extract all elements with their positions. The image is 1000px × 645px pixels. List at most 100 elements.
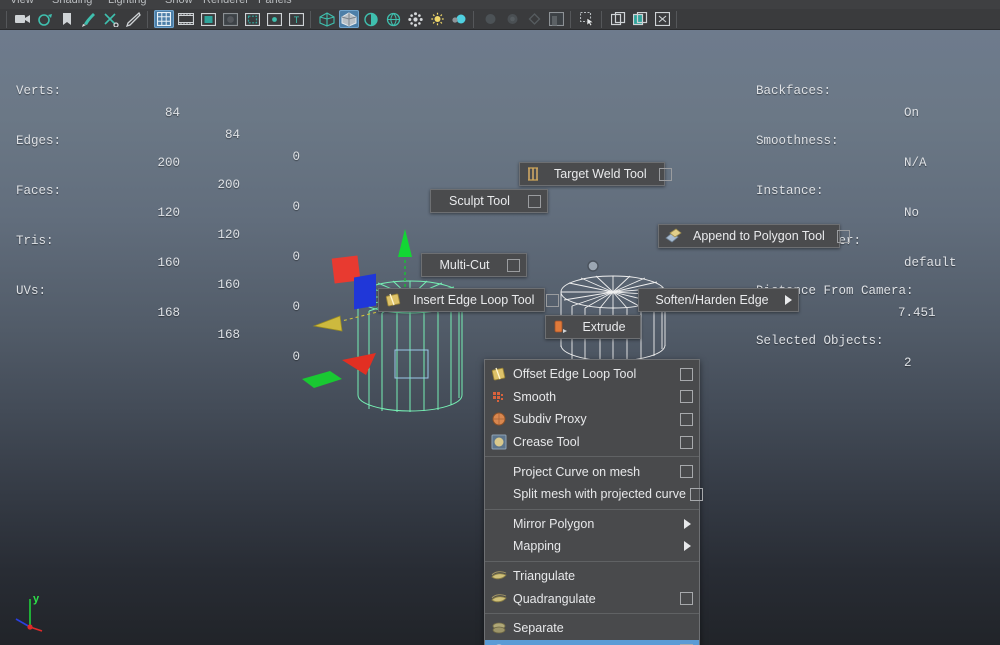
menu-item-triangulate[interactable]: Triangulate — [485, 565, 699, 588]
panel-copy-icon[interactable] — [608, 10, 628, 28]
menu-item-separate[interactable]: Separate — [485, 617, 699, 640]
option-box[interactable] — [680, 465, 693, 479]
menu-item-subdiv-proxy[interactable]: Subdiv Proxy — [485, 408, 699, 431]
edgeloop-icon — [385, 292, 402, 309]
safe-action-icon[interactable] — [264, 10, 284, 28]
menu-item-label: Triangulate — [513, 569, 576, 584]
menu-item-label: Crease Tool — [513, 435, 580, 450]
append-icon — [665, 228, 682, 245]
menu-item-label: Separate — [513, 621, 564, 636]
option-box[interactable] — [658, 167, 672, 181]
menu-renderer[interactable]: Renderer — [203, 0, 249, 6]
menu-separator — [485, 612, 699, 614]
tool-label-soften-harden-edge[interactable]: Soften/Harden Edge — [638, 288, 799, 312]
menu-item-label: Quadrangulate — [513, 591, 596, 606]
menu-item-crease-tool[interactable]: Crease Tool — [485, 431, 699, 454]
axis-gizmo-svg — [15, 599, 43, 632]
grid-icon[interactable] — [154, 10, 174, 28]
tool-label-multi-cut[interactable]: Multi-Cut — [421, 253, 527, 277]
option-box[interactable] — [680, 390, 693, 404]
film-gate-icon[interactable] — [176, 10, 196, 28]
image-plane-icon[interactable] — [57, 10, 77, 28]
option-box[interactable] — [546, 293, 560, 307]
menu-panels[interactable]: Panels — [258, 0, 292, 6]
textured-icon[interactable] — [383, 10, 403, 28]
svg-text:T: T — [293, 15, 299, 25]
tool-label-extrude[interactable]: Extrude — [545, 315, 641, 339]
resolution-gate-icon[interactable] — [198, 10, 218, 28]
safe-title-icon[interactable]: T — [286, 10, 306, 28]
perspective-viewport[interactable]: Verts: 84 84 0 Edges: 200 200 0 Faces: 1… — [0, 30, 1000, 645]
hud-value-extra: 0 — [292, 150, 300, 164]
menu-lighting[interactable]: Lighting — [108, 0, 147, 6]
menu-view[interactable]: View — [10, 0, 34, 6]
xray-active-icon[interactable] — [502, 10, 522, 28]
option-box[interactable] — [680, 412, 693, 426]
hud-row-tris: Tris: 160 160 0 — [16, 208, 300, 314]
camera-icon[interactable] — [13, 10, 33, 28]
menu-shading[interactable]: Shading — [52, 0, 92, 6]
tool-label-text: Soften/Harden Edge — [655, 293, 769, 307]
hud-label: Selected Objects: — [756, 334, 884, 348]
menu-show[interactable]: Show — [165, 0, 193, 6]
tool-label-sculpt-tool[interactable]: Sculpt Tool — [430, 189, 548, 213]
panel-tear-icon[interactable] — [630, 10, 650, 28]
option-box[interactable] — [528, 194, 541, 208]
tool-label-append-to-polygon-tool[interactable]: Append to Polygon Tool — [658, 224, 850, 248]
hud-value: No — [904, 206, 920, 220]
xray-icon[interactable] — [449, 10, 469, 28]
option-box[interactable] — [680, 435, 693, 449]
hud-value-extra: 0 — [292, 350, 300, 364]
tool-label-insert-edge-loop-tool[interactable]: Insert Edge Loop Tool — [378, 288, 560, 312]
camera-bookmark-icon[interactable] — [35, 10, 55, 28]
hud-value: 2 — [904, 356, 912, 370]
hud-label: Backfaces: — [756, 84, 832, 98]
film-origin-icon[interactable] — [242, 10, 262, 28]
gate-mask-icon[interactable] — [220, 10, 240, 28]
menu-item-label: Project Curve on mesh — [513, 464, 641, 479]
option-box[interactable] — [680, 367, 693, 381]
menu-item-offset-edge-loop-tool[interactable]: Offset Edge Loop Tool — [485, 363, 699, 386]
tool-label-text: Target Weld Tool — [554, 167, 647, 181]
manipulator-pivot-handle[interactable] — [585, 258, 601, 274]
tool-label-target-weld-tool[interactable]: Target Weld Tool — [519, 162, 672, 186]
menu-item-combine[interactable]: Combine — [485, 639, 699, 645]
menu-item-label: Smooth — [513, 389, 557, 404]
use-all-lights-icon[interactable] — [405, 10, 425, 28]
hud-value-total: 200 — [157, 156, 180, 170]
paint-brush-icon[interactable] — [79, 10, 99, 28]
option-box[interactable] — [836, 229, 850, 243]
menu-item-mapping[interactable]: Mapping — [485, 535, 699, 558]
wireframe-icon[interactable] — [317, 10, 337, 28]
toolbar-separator — [473, 10, 476, 28]
menu-item-mirror-polygon[interactable]: Mirror Polygon — [485, 513, 699, 536]
pencil-icon[interactable] — [123, 10, 143, 28]
hud-label: Verts: — [16, 84, 62, 98]
tool-label-text: Append to Polygon Tool — [693, 229, 825, 243]
option-box[interactable] — [690, 487, 703, 501]
menu-item-quadrangulate[interactable]: Quadrangulate — [485, 587, 699, 610]
option-box[interactable] — [680, 592, 693, 606]
smooth-shade-icon[interactable] — [339, 10, 359, 28]
shadows-icon[interactable] — [427, 10, 447, 28]
option-box[interactable] — [507, 258, 520, 272]
exposure-icon[interactable] — [524, 10, 544, 28]
tool-label-text: Sculpt Tool — [449, 194, 510, 208]
isolate-select-icon[interactable] — [546, 10, 566, 28]
scissors-icon[interactable] — [101, 10, 121, 28]
xray-joints-icon[interactable] — [480, 10, 500, 28]
submenu-arrow-icon — [684, 518, 691, 529]
menu-item-smooth[interactable]: Smooth — [485, 386, 699, 409]
hud-value-selected: 200 — [217, 178, 240, 192]
menu-item-split-mesh-with-projected-curve[interactable]: Split mesh with projected curve — [485, 483, 703, 506]
polygon-context-menu[interactable]: Offset Edge Loop Tool Smooth Subdiv Prox… — [484, 359, 703, 645]
shade-hilite-icon[interactable] — [361, 10, 381, 28]
menu-item-project-curve-on-mesh[interactable]: Project Curve on mesh — [485, 460, 699, 483]
hud-label: Tris: — [16, 234, 54, 248]
panel-zoom-icon[interactable] — [652, 10, 672, 28]
select-pointer-icon[interactable] — [577, 10, 597, 28]
hud-value: default — [904, 256, 957, 270]
hud-label: Faces: — [16, 184, 62, 198]
weld-icon — [526, 166, 543, 183]
hud-row-instance: Instance: No — [756, 158, 919, 220]
